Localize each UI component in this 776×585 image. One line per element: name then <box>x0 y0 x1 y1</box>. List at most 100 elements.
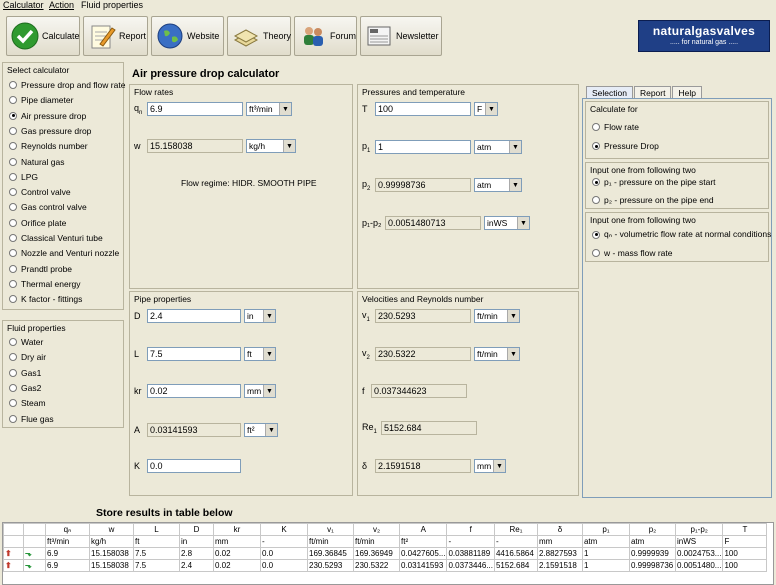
table-cell[interactable]: 15.158038 <box>89 547 134 560</box>
table-cell[interactable]: - <box>260 535 308 548</box>
kr-input[interactable]: 0.02 <box>147 384 241 398</box>
calculator-option[interactable]: Reynolds number <box>9 141 88 151</box>
table-cell[interactable]: mm <box>536 535 583 548</box>
table-cell[interactable]: p₁ <box>581 523 630 536</box>
table-cell[interactable]: 0.99998736 <box>628 559 676 572</box>
table-cell[interactable]: qₙ <box>45 523 90 536</box>
radio-p2[interactable]: p₂ - pressure on the pipe end <box>592 195 714 205</box>
theory-button[interactable]: Theory <box>227 16 291 56</box>
table-cell[interactable]: w <box>89 523 134 536</box>
table-cell[interactable]: v₂ <box>353 523 400 536</box>
re-input[interactable]: 5152.684 <box>381 421 477 435</box>
table-cell[interactable]: ft <box>133 535 180 548</box>
table-cell[interactable]: 0.02 <box>213 559 261 572</box>
table-cell[interactable]: 6.9 <box>45 547 90 560</box>
d-input[interactable]: 2.4 <box>147 309 241 323</box>
table-cell[interactable]: mm <box>213 535 261 548</box>
newsletter-button[interactable]: Newsletter <box>360 16 442 56</box>
table-cell[interactable]: ft/min <box>307 535 354 548</box>
v1-unit-select[interactable]: ft/min ▼ <box>474 309 520 323</box>
table-cell[interactable]: 6.9 <box>45 559 90 572</box>
table-cell[interactable]: 0.03141593 <box>398 559 448 572</box>
restore-arrow-icon[interactable]: ⬆ <box>5 549 12 558</box>
menu-calculator[interactable]: Calculator <box>3 0 44 10</box>
table-cell[interactable]: δ <box>536 523 583 536</box>
menu-action[interactable]: Action <box>49 0 74 10</box>
w-input[interactable]: 15.158038 <box>147 139 243 153</box>
dp-input[interactable]: 0.0051480713 <box>385 216 481 230</box>
table-cell[interactable]: 0.0024753... <box>674 547 724 560</box>
delta-unit-select[interactable]: mm ▼ <box>474 459 506 473</box>
table-cell[interactable]: p₂ <box>628 523 676 536</box>
qn-input[interactable]: 6.9 <box>147 102 243 116</box>
table-cell[interactable]: 0.0 <box>260 559 308 572</box>
restore-arrow-icon[interactable]: ⬆ <box>5 561 12 570</box>
fluid-option[interactable]: Water <box>9 337 43 347</box>
table-cell[interactable]: 0.0 <box>260 547 308 560</box>
table-cell[interactable]: 230.5293 <box>307 559 354 572</box>
table-cell[interactable]: T <box>722 523 768 536</box>
table-cell[interactable]: - <box>446 535 495 548</box>
table-cell[interactable]: kr <box>213 523 261 536</box>
load-arrow-icon[interactable]: ⬎ <box>25 549 32 558</box>
v1-input[interactable]: 230.5293 <box>375 309 471 323</box>
p1-unit-select[interactable]: atm ▼ <box>474 140 522 154</box>
table-cell[interactable]: v₁ <box>307 523 354 536</box>
table-cell[interactable]: 15.158038 <box>89 559 134 572</box>
table-cell[interactable]: f <box>446 523 495 536</box>
table-cell[interactable]: 0.0427605... <box>398 547 448 560</box>
d-unit-select[interactable]: in ▼ <box>244 309 276 323</box>
p2-unit-select[interactable]: atm ▼ <box>474 178 522 192</box>
fluid-option[interactable]: Gas1 <box>9 368 41 378</box>
calculator-option[interactable]: Pressure drop and flow rate <box>9 80 125 90</box>
calculator-option[interactable]: Prandtl probe <box>9 264 72 274</box>
table-cell[interactable]: atm <box>628 535 676 548</box>
table-cell[interactable]: 2.4 <box>179 559 214 572</box>
table-cell[interactable]: 0.0373446... <box>446 559 495 572</box>
table-cell[interactable]: K <box>260 523 308 536</box>
brand-logo[interactable]: naturalgasvalves ..... for natural gas .… <box>638 20 770 52</box>
v2-input[interactable]: 230.5322 <box>375 347 471 361</box>
table-cell[interactable]: 5152.684 <box>493 559 538 572</box>
w-unit-select[interactable]: kg/h ▼ <box>246 139 296 153</box>
radio-pressure-drop[interactable]: Pressure Drop <box>592 141 659 151</box>
l-unit-select[interactable]: ft ▼ <box>244 347 276 361</box>
table-cell[interactable]: D <box>179 523 214 536</box>
table-cell[interactable]: - <box>493 535 538 548</box>
table-cell[interactable]: 169.36949 <box>353 547 400 560</box>
table-cell[interactable]: 0.02 <box>213 547 261 560</box>
table-cell[interactable]: A <box>398 523 448 536</box>
p2-input[interactable]: 0.99998736 <box>375 178 471 192</box>
fluid-option[interactable]: Gas2 <box>9 383 41 393</box>
table-cell[interactable]: p₁-p₂ <box>674 523 724 536</box>
radio-qn[interactable]: qₙ - volumetric flow rate at normal cond… <box>592 229 771 240</box>
table-cell[interactable]: 0.9999939 <box>628 547 676 560</box>
table-cell[interactable]: 100 <box>722 559 768 572</box>
radio-p1[interactable]: p₁ - pressure on the pipe start <box>592 177 716 187</box>
v2-unit-select[interactable]: ft/min ▼ <box>474 347 520 361</box>
radio-w[interactable]: w - mass flow rate <box>592 248 673 258</box>
calculator-option[interactable]: Orifice plate <box>9 218 66 228</box>
table-cell[interactable]: 2.8827593 <box>536 547 583 560</box>
calculator-option[interactable]: Control valve <box>9 187 71 197</box>
calculator-option[interactable]: Thermal energy <box>9 279 81 289</box>
table-cell[interactable]: 4416.5864 <box>493 547 538 560</box>
table-cell[interactable]: 0.0051480... <box>674 559 724 572</box>
table-cell[interactable]: in <box>179 535 214 548</box>
load-arrow-icon[interactable]: ⬎ <box>25 561 32 570</box>
calculate-button[interactable]: Calculate <box>6 16 80 56</box>
table-cell[interactable]: ft² <box>398 535 448 548</box>
calculator-option[interactable]: LPG <box>9 172 38 182</box>
p1-input[interactable]: 1 <box>375 140 471 154</box>
menu-fluid-properties[interactable]: Fluid properties <box>81 0 143 10</box>
table-cell[interactable]: 1 <box>581 547 630 560</box>
t-unit-select[interactable]: F ▼ <box>474 102 498 116</box>
report-button[interactable]: Report <box>83 16 148 56</box>
table-cell[interactable]: atm <box>581 535 630 548</box>
table-cell[interactable]: inWS <box>674 535 724 548</box>
dp-unit-select[interactable]: inWS ▼ <box>484 216 530 230</box>
fluid-option[interactable]: Flue gas <box>9 414 54 424</box>
qn-unit-select[interactable]: ft³/min ▼ <box>246 102 292 116</box>
table-cell[interactable]: 7.5 <box>133 559 180 572</box>
calculator-option[interactable]: Pipe diameter <box>9 95 73 105</box>
